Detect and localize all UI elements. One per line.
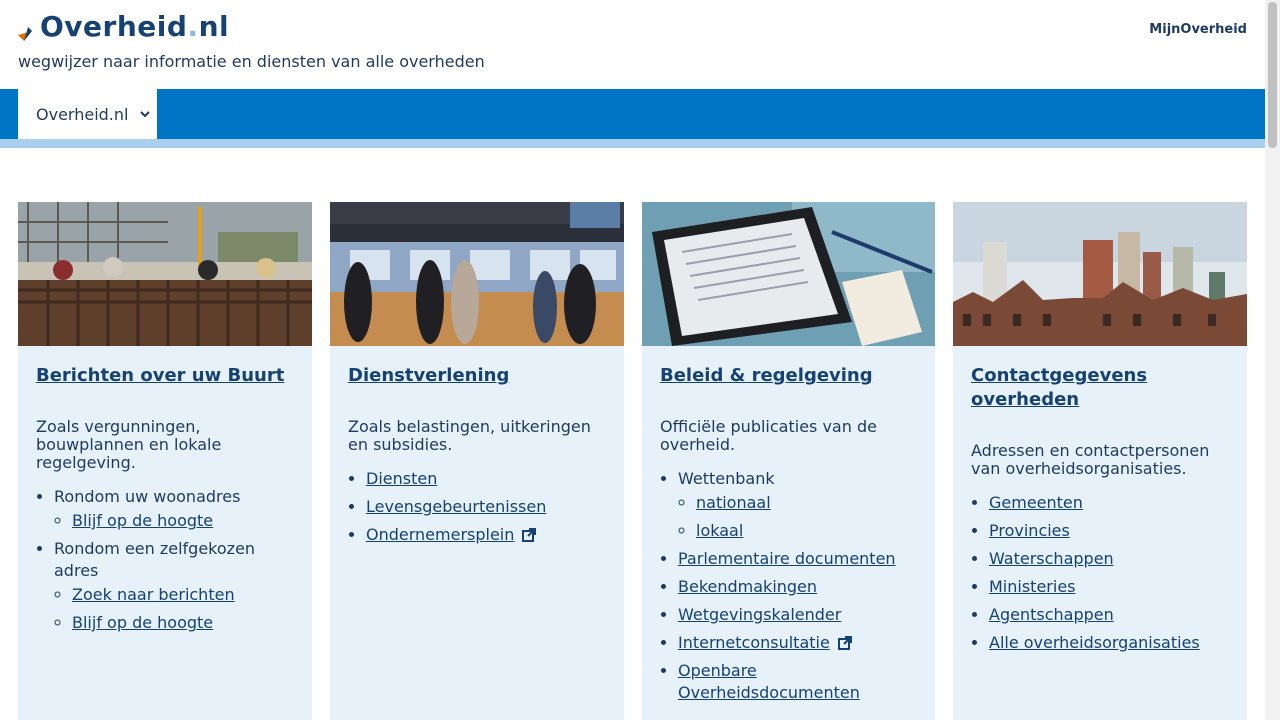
nav-subbar [0, 139, 1265, 148]
link-internetconsultatie[interactable]: Internetconsultatie [678, 633, 830, 652]
nav-tab-label: Overheid.nl [36, 104, 129, 124]
link-zoek-naar-berichten[interactable]: Zoek naar berichten [72, 585, 235, 604]
card-image-bench [18, 202, 312, 346]
link-levensgebeurtenissen[interactable]: Levensgebeurtenissen [366, 497, 546, 516]
card-desc: Adressen en contactpersonen van overheid… [971, 441, 1210, 478]
link-ondernemersplein[interactable]: Ondernemersplein [366, 525, 514, 544]
link-alle-overheidsorganisaties[interactable]: Alle overheidsorganisaties [989, 633, 1200, 652]
link-openbare-overheidsdocumenten[interactable]: Openbare Overheidsdocumenten [678, 661, 860, 702]
list-item: Gemeenten [989, 492, 1229, 514]
link-ministeries[interactable]: Ministeries [989, 577, 1076, 596]
list-item: Zoek naar berichten [72, 584, 294, 606]
sub-list: Zoek naar berichten Blijf op de hoogte [54, 584, 294, 634]
link-bekendmakingen[interactable]: Bekendmakingen [678, 577, 817, 596]
group-label: Rondom een zelfgekozen adres [54, 539, 256, 580]
link-provincies[interactable]: Provincies [989, 521, 1070, 540]
card-image-tablet [642, 202, 935, 346]
logo-text: Overheid.nl [40, 9, 230, 43]
list-item: Rondom een zelfgekozen adres Zoek naar b… [54, 538, 294, 634]
list-item: Waterschappen [989, 548, 1229, 570]
page: Overheid.nl wegwijzer naar informatie en… [0, 0, 1265, 720]
logo-arrow-icon [18, 11, 40, 41]
list-item: Blijf op de hoogte [72, 612, 294, 634]
card-desc: Officiële publicaties van de overheid. [660, 417, 877, 454]
list-item: Agentschappen [989, 604, 1229, 626]
main-nav: Overheid.nl [0, 89, 1265, 139]
sub-list: nationaal lokaal [678, 492, 917, 542]
site-tagline: wegwijzer naar informatie en diensten va… [18, 52, 485, 71]
list-item: Wettenbank nationaal lokaal [678, 468, 917, 542]
vertical-scrollbar[interactable] [1265, 0, 1280, 720]
link-agentschappen[interactable]: Agentschappen [989, 605, 1114, 624]
list-item: Internetconsultatie [678, 632, 917, 654]
external-link-icon [522, 528, 537, 542]
link-parlementaire-documenten[interactable]: Parlementaire documenten [678, 549, 896, 568]
card-desc: Zoals vergunningen, bouwplannen en lokal… [36, 417, 222, 472]
list-item: Bekendmakingen [678, 576, 917, 598]
link-lokaal[interactable]: lokaal [696, 521, 743, 540]
list-item: Ministeries [989, 576, 1229, 598]
link-blijf-op-de-hoogte-2[interactable]: Blijf op de hoogte [72, 613, 213, 632]
link-nationaal[interactable]: nationaal [696, 493, 771, 512]
group-label: Rondom uw woonadres [54, 487, 241, 506]
link-blijf-op-de-hoogte[interactable]: Blijf op de hoogte [72, 511, 213, 530]
link-waterschappen[interactable]: Waterschappen [989, 549, 1114, 568]
card-image-skyline [953, 202, 1247, 346]
list-item: Parlementaire documenten [678, 548, 917, 570]
list-item: Openbare Overheidsdocumenten [678, 660, 917, 704]
list-item: nationaal [696, 492, 917, 514]
nav-tab-overheid[interactable]: Overheid.nl [18, 89, 157, 139]
link-list: Diensten Levensgebeurtenissen Ondernemer… [348, 468, 606, 546]
site-header: Overheid.nl wegwijzer naar informatie en… [0, 0, 1265, 89]
mijn-overheid-link[interactable]: MijnOverheid [1149, 22, 1247, 37]
card-beleid: Beleid & regelgeving Officiële publicati… [642, 202, 935, 720]
link-list: Wettenbank nationaal lokaal Parlementair… [660, 468, 917, 704]
scrollbar-thumb[interactable] [1268, 2, 1277, 148]
link-list: Rondom uw woonadres Blijf op de hoogte R… [36, 486, 294, 634]
link-diensten[interactable]: Diensten [366, 469, 437, 488]
sub-list: Blijf op de hoogte [54, 510, 294, 532]
card-buurt: Berichten over uw Buurt Zoals vergunning… [18, 202, 312, 720]
card-title-contactgegevens[interactable]: Contactgegevens overheden [971, 364, 1229, 412]
link-gemeenten[interactable]: Gemeenten [989, 493, 1083, 512]
link-wetgevingskalender[interactable]: Wetgevingskalender [678, 605, 841, 624]
card-dienstverlening: Dienstverlening Zoals belastingen, uitke… [330, 202, 624, 720]
list-item: Wetgevingskalender [678, 604, 917, 626]
list-item: Diensten [366, 468, 606, 490]
list-item: Rondom uw woonadres Blijf op de hoogte [54, 486, 294, 532]
card-contactgegevens: Contactgegevens overheden Adressen en co… [953, 202, 1247, 720]
list-item: Blijf op de hoogte [72, 510, 294, 532]
list-item: Alle overheidsorganisaties [989, 632, 1229, 654]
site-logo[interactable]: Overheid.nl [18, 6, 229, 46]
card-desc: Zoals belastingen, uitkeringen en subsid… [348, 417, 591, 454]
list-item: lokaal [696, 520, 917, 542]
chevron-down-icon [140, 111, 151, 118]
link-list: Gemeenten Provincies Waterschappen Minis… [971, 492, 1229, 654]
card-image-counter [330, 202, 624, 346]
card-title-beleid[interactable]: Beleid & regelgeving [660, 364, 917, 388]
group-label: Wettenbank [678, 469, 775, 488]
card-title-buurt[interactable]: Berichten over uw Buurt [36, 364, 294, 388]
list-item: Ondernemersplein [366, 524, 606, 546]
list-item: Provincies [989, 520, 1229, 542]
card-title-dienstverlening[interactable]: Dienstverlening [348, 364, 606, 388]
external-link-icon [837, 636, 852, 650]
list-item: Levensgebeurtenissen [366, 496, 606, 518]
